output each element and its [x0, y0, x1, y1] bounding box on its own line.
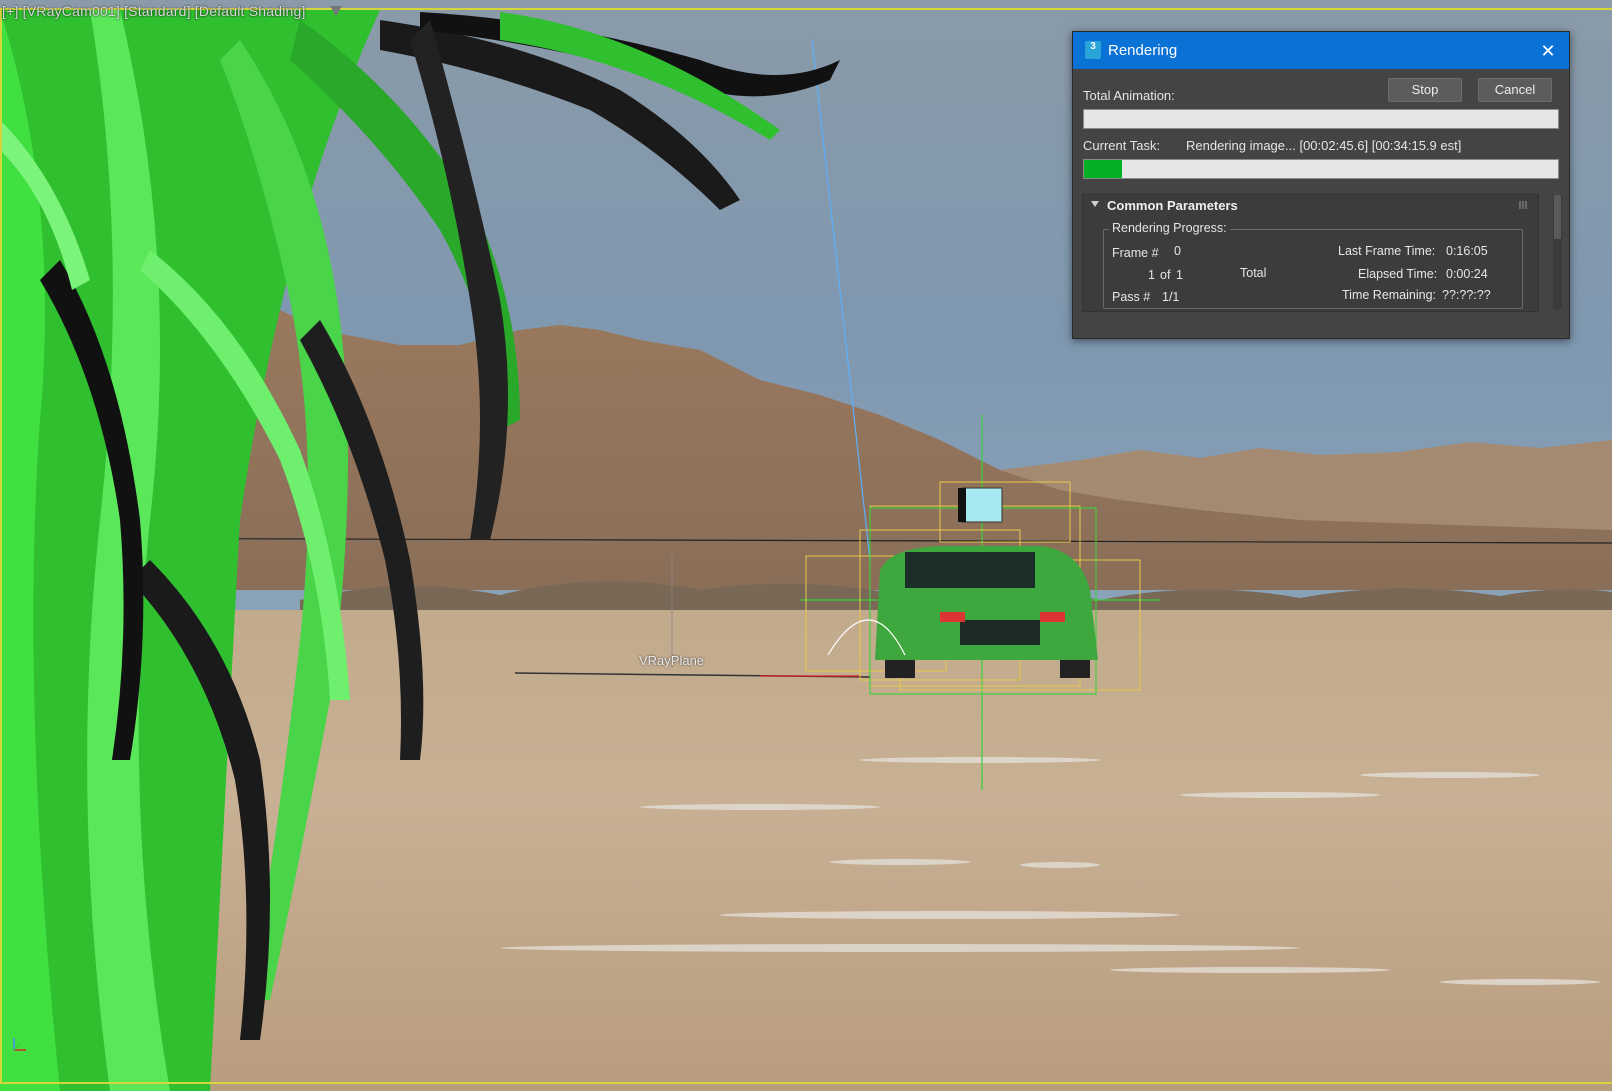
elapsed-time-label: Elapsed Time:: [1358, 267, 1438, 281]
current-task-text: Rendering image... [00:02:45.6] [00:34:1…: [1186, 138, 1462, 153]
dialog-title: Rendering: [1108, 42, 1178, 59]
frame-value: 0: [1174, 244, 1181, 258]
viewport-standard-button[interactable]: [Standard]: [124, 3, 191, 19]
current-task-progress-fill: [1084, 160, 1122, 178]
viewport-menu-button[interactable]: [+]: [2, 3, 19, 19]
dialog-scrollbar[interactable]: [1553, 195, 1562, 309]
dialog-scrollbar-thumb[interactable]: [1554, 195, 1561, 239]
rendering-progress-group: Rendering Progress: Frame # 0 1 of 1 Tot…: [1103, 221, 1523, 309]
total-label: Total: [1240, 266, 1267, 280]
time-remaining-value: ??:??:??: [1442, 288, 1491, 302]
stop-button[interactable]: Stop: [1388, 78, 1462, 102]
current-task-label: Current Task:: [1083, 138, 1161, 153]
frame-label: Frame #: [1112, 246, 1159, 260]
last-frame-time-value: 0:16:05: [1446, 244, 1488, 258]
axis-tripod-icon: [10, 1034, 30, 1055]
time-remaining-label: Time Remaining:: [1342, 288, 1437, 302]
total-animation-progress-bar: [1083, 109, 1559, 129]
viewport-label: [+] [VRayCam001] [Standard] [Default Sha…: [2, 3, 306, 19]
close-icon[interactable]: ✕: [1535, 38, 1561, 64]
common-parameters-rollout: Common Parameters Rendering Progress: Fr…: [1082, 194, 1539, 312]
viewport-bottom-border: [0, 1082, 1612, 1084]
pass-label: Pass #: [1112, 290, 1151, 304]
frame-count-current: 1: [1148, 268, 1155, 282]
rendering-dialog: 3 Rendering ✕ Total Animation: Stop Canc…: [1072, 31, 1570, 339]
viewport-shading-button[interactable]: [Default Shading]: [195, 3, 306, 19]
common-parameters-header[interactable]: Common Parameters: [1107, 198, 1238, 213]
3dsmax-app-icon: 3: [1085, 41, 1101, 59]
frame-count-of: of: [1160, 268, 1171, 282]
rendering-progress-title: Rendering Progress:: [1109, 221, 1230, 235]
filter-funnel-icon[interactable]: [330, 6, 342, 16]
total-animation-label: Total Animation:: [1083, 88, 1175, 103]
viewport-left-border: [0, 8, 2, 1084]
pass-value: 1/1: [1162, 290, 1180, 304]
current-task-progress-bar: [1083, 159, 1559, 179]
last-frame-time-label: Last Frame Time:: [1338, 244, 1436, 258]
triangle-down-icon[interactable]: [1091, 201, 1099, 207]
elapsed-time-value: 0:00:24: [1446, 267, 1488, 281]
cancel-button[interactable]: Cancel: [1478, 78, 1552, 102]
dialog-titlebar[interactable]: 3 Rendering ✕: [1073, 32, 1569, 69]
car: [875, 546, 1098, 678]
frame-count-total: 1: [1176, 268, 1183, 282]
viewport-camera-button[interactable]: [VRayCam001]: [23, 3, 120, 19]
vrayplane-label: VRayPlane: [639, 653, 705, 668]
rollout-grip-icon[interactable]: [1519, 201, 1527, 209]
ground: [0, 610, 1612, 1091]
